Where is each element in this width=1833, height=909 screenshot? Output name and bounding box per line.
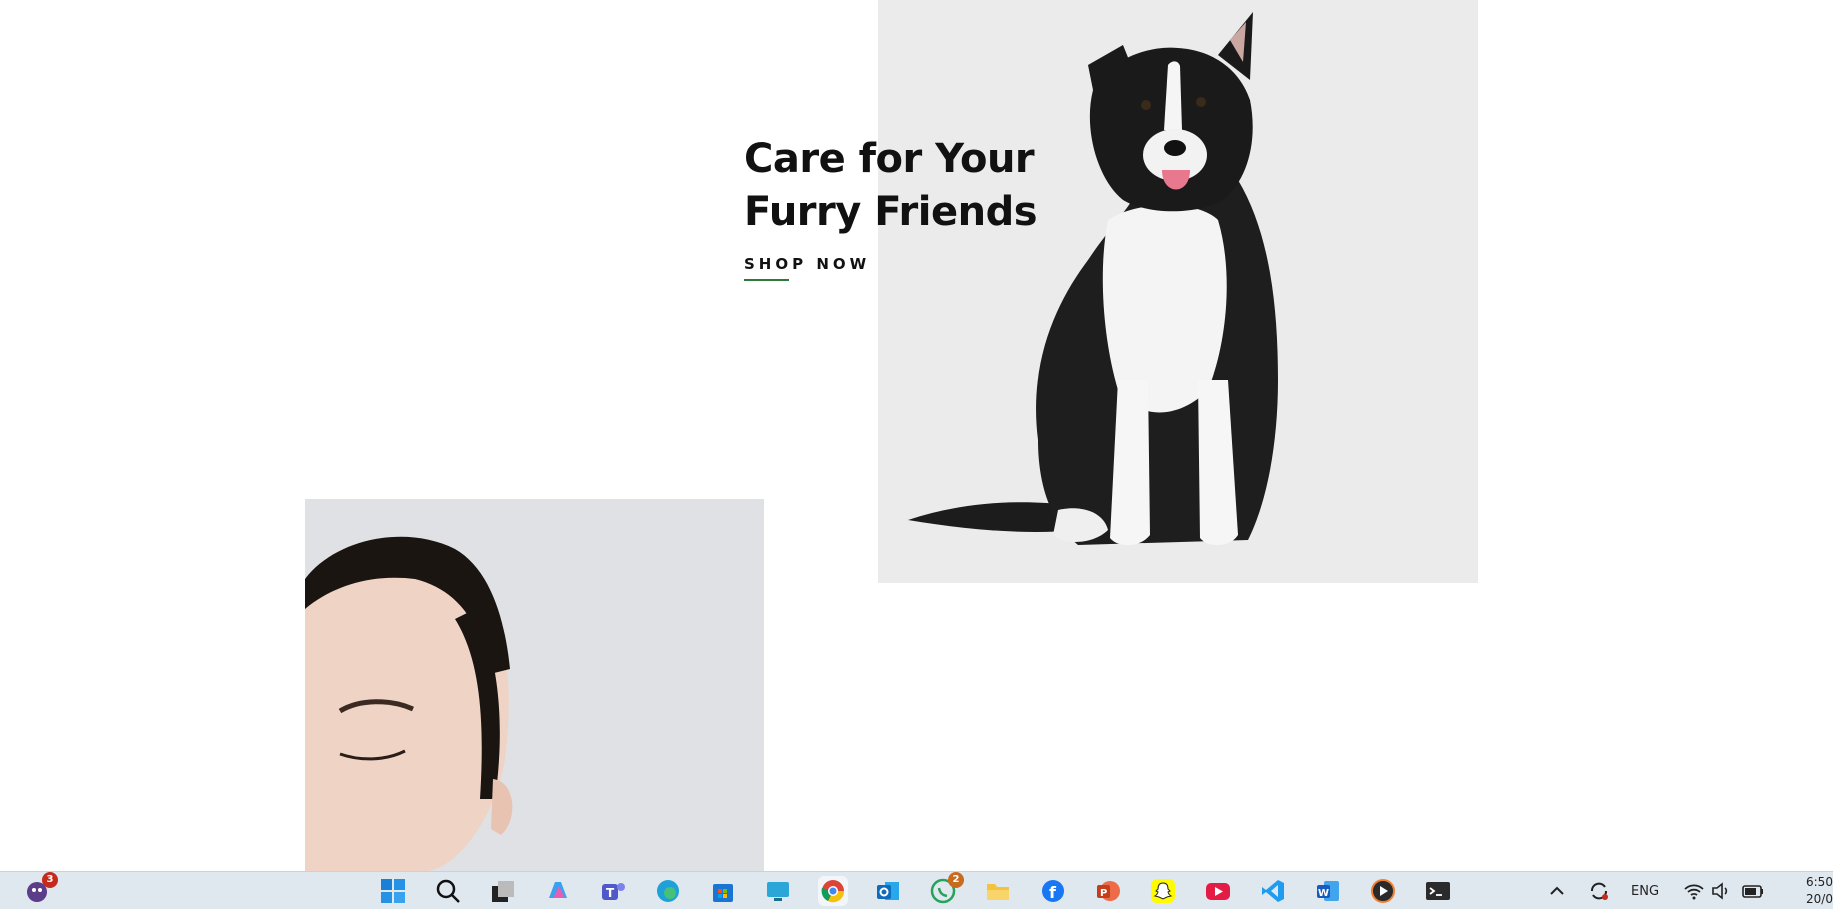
woman-illustration — [305, 499, 764, 871]
remote-desktop-icon[interactable] — [763, 876, 793, 906]
task-view-icon[interactable] — [488, 876, 518, 906]
start-icon[interactable] — [378, 876, 408, 906]
wifi-icon[interactable] — [1679, 876, 1709, 906]
search-icon[interactable] — [433, 876, 463, 906]
terminal-icon[interactable] — [1423, 876, 1453, 906]
store-icon[interactable] — [708, 876, 738, 906]
clock[interactable]: 6:50 20/05/2 — [1806, 874, 1833, 908]
svg-text:f: f — [1049, 883, 1057, 902]
hero-title-line1: Care for Your — [744, 136, 1035, 182]
svg-text:P: P — [1100, 888, 1107, 899]
youtube-icon[interactable] — [1203, 876, 1233, 906]
clock-time: 6:50 — [1806, 875, 1833, 889]
whatsapp-icon[interactable]: 2 — [928, 872, 964, 906]
taskbar: 3 T 2 f P W ENG 6:50 20/0 — [0, 871, 1833, 909]
volume-icon[interactable] — [1706, 876, 1736, 906]
battery-icon[interactable] — [1738, 876, 1768, 906]
chevron-up-icon[interactable] — [1542, 876, 1572, 906]
clock-date: 20/05/2 — [1806, 892, 1833, 906]
edge-icon[interactable] — [653, 876, 683, 906]
hero-title: Care for Your Furry Friends — [744, 133, 1084, 239]
notification-badge: 2 — [948, 872, 964, 888]
word-icon[interactable]: W — [1313, 876, 1343, 906]
teams-icon[interactable]: T — [598, 876, 628, 906]
sync-icon[interactable] — [1584, 876, 1614, 906]
media-player-icon[interactable] — [1368, 876, 1398, 906]
dog-illustration — [878, 0, 1478, 583]
notification-badge: 3 — [42, 872, 58, 888]
svg-text:W: W — [1318, 888, 1329, 899]
svg-text:T: T — [606, 886, 615, 900]
woman-image — [305, 499, 764, 871]
snapchat-icon[interactable] — [1148, 876, 1178, 906]
copilot-icon[interactable] — [543, 876, 573, 906]
language-indicator[interactable]: ENG — [1631, 872, 1659, 909]
hero-text-block: Care for Your Furry Friends SHOP NOW — [744, 133, 1084, 281]
chrome-icon[interactable] — [818, 876, 848, 906]
vscode-icon[interactable] — [1258, 876, 1288, 906]
outlook-icon[interactable] — [873, 876, 903, 906]
file-explorer-icon[interactable] — [983, 876, 1013, 906]
dog-image — [878, 0, 1478, 583]
facebook-icon[interactable]: f — [1038, 876, 1068, 906]
app-mascot-icon[interactable]: 3 — [22, 872, 58, 906]
powerpoint-icon[interactable]: P — [1093, 876, 1123, 906]
page: Care for Your Furry Friends SHOP NOW 3 T… — [0, 0, 1833, 909]
shop-now-link[interactable]: SHOP NOW — [744, 255, 870, 281]
hero-title-line2: Furry Friends — [744, 189, 1038, 235]
